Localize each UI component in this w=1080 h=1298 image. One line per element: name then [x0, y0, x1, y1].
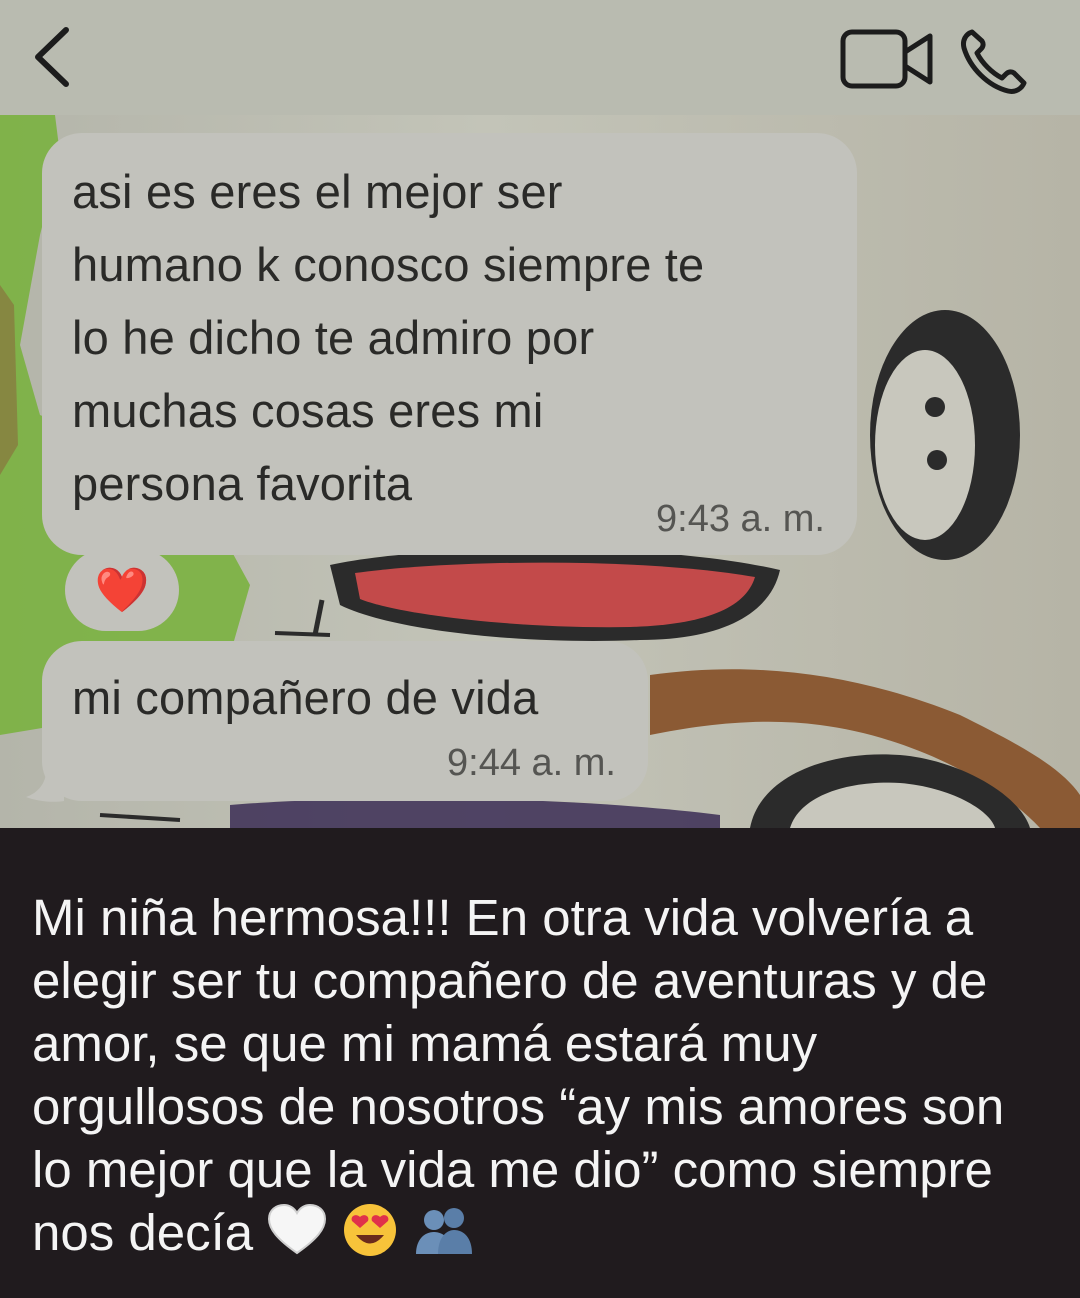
message-text: mi compañero de vida	[72, 671, 539, 724]
bubble-tail	[26, 771, 64, 802]
heart-eyes-emoji	[342, 1202, 398, 1272]
caption-body: Mi niña hermosa!!! En otra vida volvería…	[32, 889, 1005, 1261]
chat-area: asi es eres el mejor ser humano k conosc…	[0, 115, 1080, 828]
red-heart-icon: ❤️	[94, 566, 150, 615]
busts-in-silhouette-emoji	[412, 1204, 474, 1270]
message-timestamp: 9:44 a. m.	[447, 742, 616, 784]
phone-icon[interactable]	[958, 26, 1030, 96]
message-text: asi es eres el mejor ser humano k conosc…	[72, 165, 705, 510]
caption-text: Mi niña hermosa!!! En otra vida volvería…	[32, 886, 1062, 1272]
post-caption: Mi niña hermosa!!! En otra vida volvería…	[0, 828, 1080, 1298]
chevron-left-icon[interactable]	[28, 22, 78, 92]
message-bubble-received[interactable]: mi compañero de vida 9:44 a. m.	[42, 641, 648, 801]
video-camera-icon[interactable]	[838, 26, 938, 94]
reaction-badge[interactable]: ❤️	[65, 549, 179, 631]
chat-header	[0, 0, 1080, 115]
white-heart-emoji	[267, 1203, 327, 1271]
message-bubble-received[interactable]: asi es eres el mejor ser humano k conosc…	[42, 133, 857, 555]
message-timestamp: 9:43 a. m.	[656, 498, 825, 540]
